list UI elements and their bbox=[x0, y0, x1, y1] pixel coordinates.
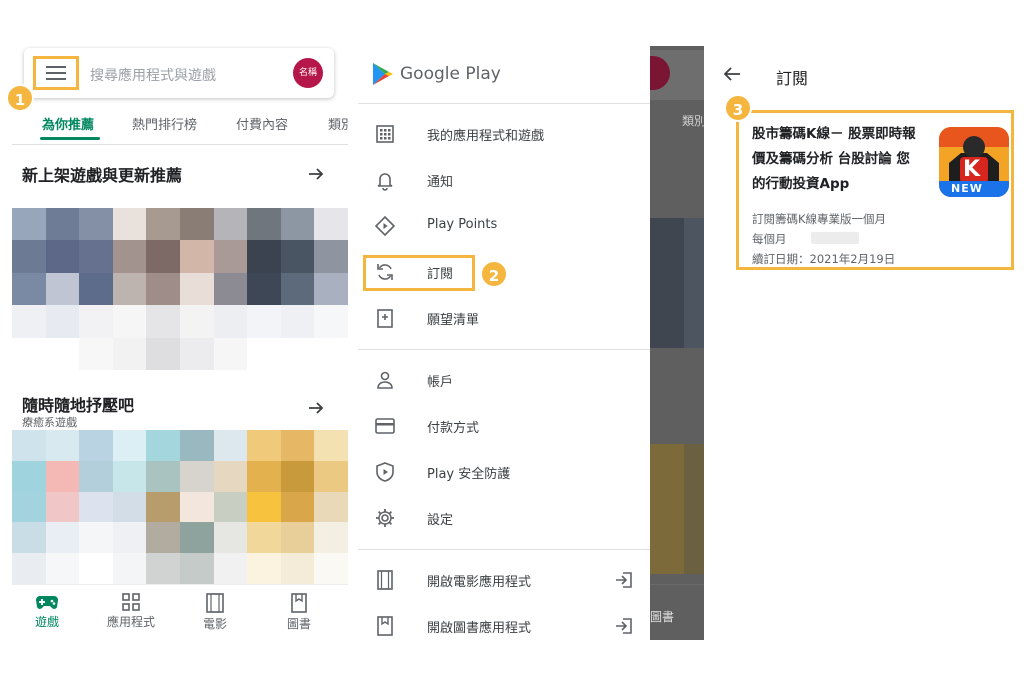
nav-books[interactable]: 圖書 bbox=[264, 593, 334, 632]
drawer-item-open-books[interactable]: 開啟圖書應用程式 bbox=[358, 604, 650, 640]
nav-games[interactable]: 遊戲 bbox=[12, 593, 82, 630]
bottom-navigation: 遊戲 應用程式 電影 圖書 bbox=[12, 584, 348, 640]
billing-period: 每個月 bbox=[752, 232, 787, 246]
drawer-item-label: Play 安全防護 bbox=[427, 467, 511, 482]
drawer-item-label: 設定 bbox=[427, 513, 454, 528]
dimmed-background[interactable]: 類別 圖書 bbox=[650, 46, 704, 640]
search-input[interactable]: 搜尋應用程式與遊戲 bbox=[90, 65, 216, 85]
drawer-item-wishlist[interactable]: 願望清單 bbox=[358, 296, 650, 340]
divider bbox=[358, 549, 650, 550]
tab-paid[interactable]: 付費內容 bbox=[236, 114, 288, 133]
apps-grid-icon bbox=[122, 593, 140, 611]
nav-label: 應用程式 bbox=[106, 615, 155, 629]
drawer-item-play-points[interactable]: Play Points bbox=[358, 204, 650, 248]
play-points-icon bbox=[374, 215, 396, 237]
book-icon bbox=[377, 616, 393, 636]
apps-icon bbox=[376, 125, 394, 143]
google-play-logo-icon bbox=[373, 63, 393, 85]
drawer-item-play-protect[interactable]: Play 安全防護 bbox=[358, 450, 650, 494]
top-tabs: 為你推薦 熱門排行榜 付費內容 類別 bbox=[12, 110, 348, 140]
bell-icon bbox=[377, 173, 393, 191]
shield-play-icon bbox=[376, 462, 394, 482]
icon-badge: NEW bbox=[951, 182, 983, 195]
menu-button[interactable] bbox=[33, 56, 79, 90]
drawer: Google Play 我的應用程式和遊戲 通知 Play Points 訂閱 … bbox=[358, 46, 650, 640]
section-title-new-games: 新上架遊戲與更新推薦 bbox=[22, 166, 183, 185]
drawer-item-settings[interactable]: 設定 bbox=[358, 496, 650, 540]
drawer-item-label: 我的應用程式和遊戲 bbox=[427, 129, 545, 144]
arrow-right-icon[interactable] bbox=[306, 398, 326, 423]
nav-movies[interactable]: 電影 bbox=[180, 593, 250, 632]
drawer-item-label: 願望清單 bbox=[427, 313, 480, 328]
section-subtitle: 療癒系遊戲 bbox=[22, 416, 77, 429]
subscription-plan: 訂閱籌碼K線專業版一個月 bbox=[752, 212, 887, 226]
drawer-item-label: 帳戶 bbox=[427, 375, 454, 390]
tab-top-charts[interactable]: 熱門排行榜 bbox=[132, 114, 197, 133]
gamepad-icon bbox=[36, 596, 58, 609]
play-store-home-panel: 搜尋應用程式與遊戲 名稱 為你推薦 熱門排行榜 付費內容 類別 新上架遊戲與更新… bbox=[12, 46, 348, 640]
avatar[interactable]: 名稱 bbox=[293, 58, 323, 88]
page-title: 訂閱 bbox=[776, 69, 809, 88]
nav-label: 電影 bbox=[202, 617, 227, 631]
drawer-item-label: 付款方式 bbox=[427, 421, 480, 436]
drawer-item-notifications[interactable]: 通知 bbox=[358, 158, 650, 202]
drawer-item-label: 通知 bbox=[427, 175, 454, 190]
navigation-drawer-panel: 類別 圖書 Google Play 我的應用程式和遊戲 通知 Play Poin… bbox=[358, 46, 704, 640]
tab-categories[interactable]: 類別 bbox=[328, 114, 348, 133]
book-icon bbox=[291, 593, 307, 613]
app-name: 股市籌碼K線－ 股票即時報價及籌碼分析 台股討論 您的行動投資App bbox=[752, 126, 916, 192]
icon-letter: K bbox=[963, 157, 981, 182]
step-badge: 3 bbox=[724, 94, 752, 122]
behind-nav-label: 圖書 bbox=[650, 610, 675, 624]
film-icon bbox=[206, 593, 224, 613]
nav-apps[interactable]: 應用程式 bbox=[96, 593, 166, 630]
subscriptions-highlight bbox=[363, 255, 475, 291]
divider bbox=[358, 349, 650, 350]
search-bar[interactable]: 搜尋應用程式與遊戲 名稱 bbox=[24, 48, 334, 98]
drawer-item-my-apps[interactable]: 我的應用程式和遊戲 bbox=[358, 112, 650, 156]
gear-icon bbox=[376, 509, 394, 527]
drawer-item-payment[interactable]: 付款方式 bbox=[358, 404, 650, 448]
step-badge: 1 bbox=[6, 84, 34, 112]
nav-label: 遊戲 bbox=[34, 615, 59, 629]
open-external-icon bbox=[616, 618, 632, 634]
nav-label: 圖書 bbox=[286, 617, 311, 631]
divider bbox=[358, 103, 650, 104]
active-tab-indicator bbox=[40, 137, 100, 140]
bookmark-icon bbox=[377, 309, 393, 328]
drawer-item-open-movies[interactable]: 開啟電影應用程式 bbox=[358, 558, 650, 602]
credit-card-icon bbox=[375, 418, 395, 434]
behind-tab-label: 類別 bbox=[682, 114, 704, 128]
back-arrow-icon[interactable] bbox=[722, 64, 742, 84]
drawer-item-label: 開啟電影應用程式 bbox=[427, 575, 532, 590]
price-redacted bbox=[811, 232, 859, 244]
drawer-item-label: Play Points bbox=[427, 217, 498, 232]
open-external-icon bbox=[616, 572, 632, 588]
drawer-item-label: 開啟圖書應用程式 bbox=[427, 621, 532, 636]
divider bbox=[12, 144, 348, 145]
blurred-app-thumbnails[interactable] bbox=[12, 208, 348, 370]
film-icon bbox=[377, 570, 393, 590]
arrow-right-icon[interactable] bbox=[306, 164, 326, 189]
app-icon: K NEW bbox=[939, 127, 1009, 197]
step-badge: 2 bbox=[480, 260, 508, 288]
drawer-item-account[interactable]: 帳戶 bbox=[358, 358, 650, 402]
subscription-card[interactable]: 股市籌碼K線－ 股票即時報價及籌碼分析 台股討論 您的行動投資App K NEW… bbox=[736, 110, 1014, 270]
blurred-game-thumbnails[interactable] bbox=[12, 430, 348, 584]
subscriptions-panel: 訂閱 股市籌碼K線－ 股票即時報價及籌碼分析 台股討論 您的行動投資App K … bbox=[704, 46, 1020, 640]
person-icon bbox=[377, 371, 393, 389]
section-title-relax: 隨時隨地抒壓吧 bbox=[22, 396, 135, 415]
brand-name: Google Play bbox=[400, 64, 501, 84]
tab-for-you[interactable]: 為你推薦 bbox=[42, 114, 94, 133]
renewal-date: 續訂日期：2021年2月19日 bbox=[752, 252, 896, 266]
